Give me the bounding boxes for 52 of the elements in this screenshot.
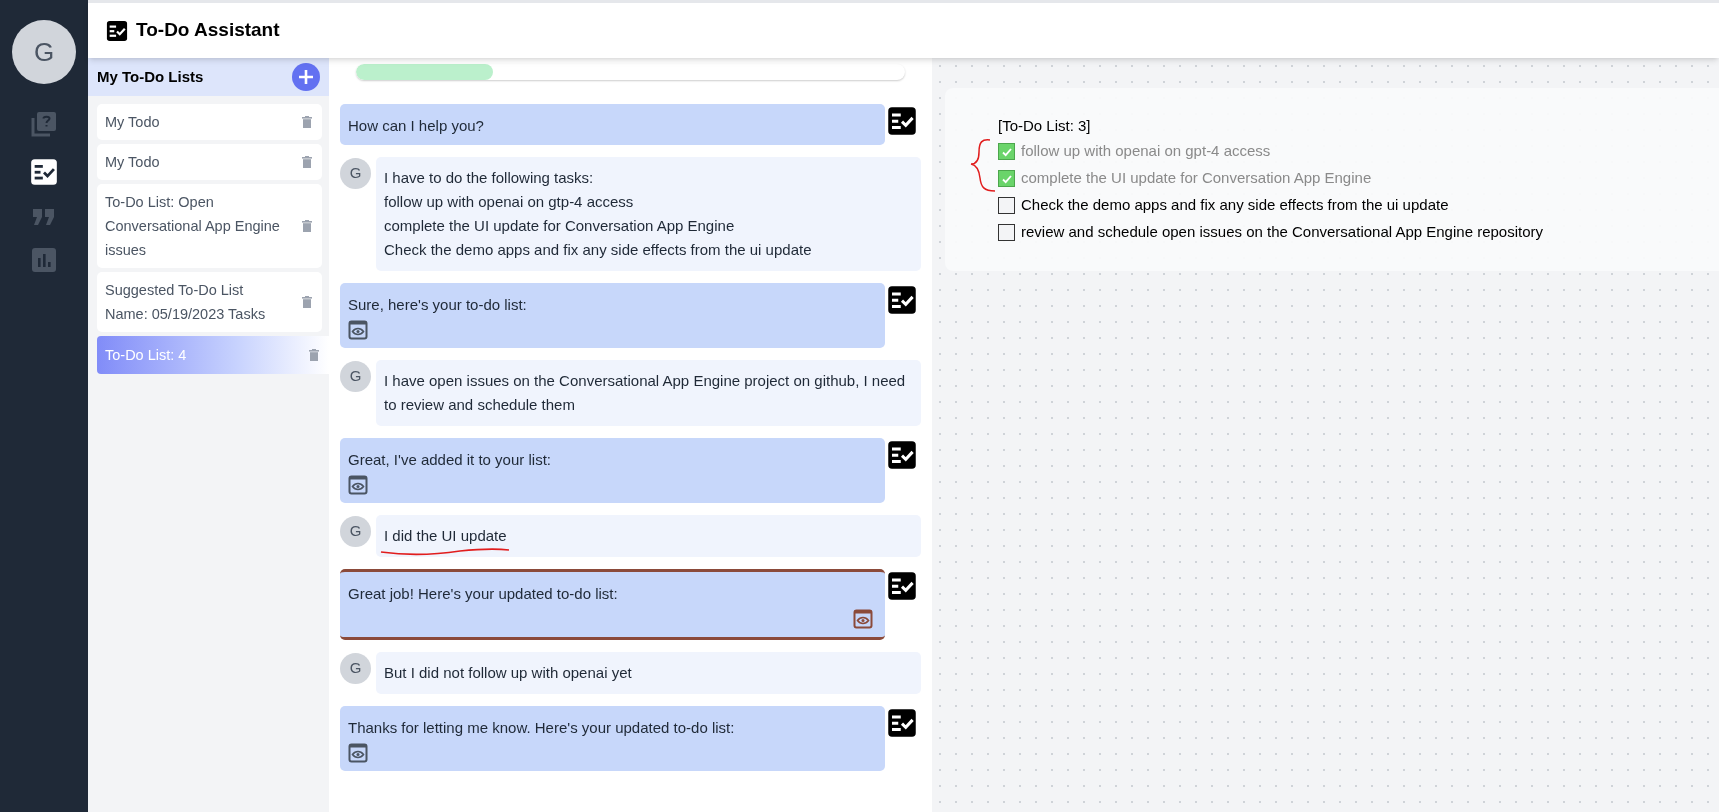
panel-title: My To-Do Lists [97, 66, 204, 87]
question-cards-icon[interactable] [30, 110, 58, 138]
list-item[interactable]: My Todo [97, 104, 322, 140]
task-text: complete the UI update for Conversation App Engine [1021, 168, 1372, 189]
bar-chart-icon[interactable] [32, 248, 56, 272]
message-text: I did the UI update [384, 527, 507, 544]
task-text: follow up with openai on gpt-4 access [1021, 141, 1271, 162]
user-avatar[interactable]: G [12, 20, 76, 84]
task-text: Check the demo apps and fix any side effects from the ui update [1021, 195, 1449, 216]
user-avatar: G [340, 516, 371, 547]
checkbox[interactable] [998, 143, 1015, 160]
message-text: complete the UI update for Conversation App Engine [384, 216, 735, 236]
eye-icon[interactable] [348, 743, 368, 763]
message-text: Thanks for letting me know. Here's your updated to-do list: [348, 718, 736, 738]
message-text: Great, I've added it to your list: [348, 450, 552, 470]
list-item[interactable]: My Todo [97, 144, 322, 180]
user-avatar: G [340, 361, 371, 392]
checklist-icon [887, 571, 917, 601]
eye-icon[interactable] [853, 609, 873, 629]
message-text: Check the demo apps and fix any side effects from the ui update [384, 240, 812, 260]
eye-icon[interactable] [348, 320, 368, 340]
trash-icon[interactable] [302, 116, 312, 128]
checkbox[interactable] [998, 170, 1015, 187]
trash-icon[interactable] [302, 296, 312, 308]
checkbox[interactable] [998, 224, 1015, 241]
list-item[interactable]: To-Do List: Open Conversational App Engine issues [97, 184, 322, 268]
trash-icon[interactable] [302, 156, 312, 168]
add-button[interactable] [292, 63, 320, 91]
message-text: Sure, here's your to-do list: [348, 295, 528, 315]
checkbox[interactable] [998, 197, 1015, 214]
message-text: I have to do the following tasks: [384, 168, 594, 188]
trash-icon[interactable] [309, 349, 319, 361]
user-avatar: G [340, 158, 371, 189]
message-text: I have open issues on the Conversational App Engine project on github, I need to review and schedule them [384, 371, 907, 415]
message-text: But I did not follow up with openai yet [384, 663, 632, 683]
message-text: follow up with openai on gtp-4 access [384, 192, 634, 212]
checklist-icon[interactable] [30, 158, 58, 186]
list-title: [To-Do List: 3] [998, 116, 1092, 136]
checklist-icon [106, 19, 128, 42]
eye-icon[interactable] [348, 475, 368, 495]
checklist-icon [887, 708, 917, 738]
message-text: How can I help you? [348, 116, 485, 136]
app-title: To-Do Assistant [136, 18, 280, 43]
checklist-icon [887, 106, 917, 136]
trash-icon[interactable] [302, 220, 312, 232]
message-text: Great job! Here's your updated to-do list: [348, 584, 619, 604]
checklist-icon [887, 285, 917, 315]
checklist-icon [887, 440, 917, 470]
user-avatar: G [340, 653, 371, 684]
task-text: review and schedule open issues on the Conversational App Engine repository [1021, 222, 1543, 243]
quote-icon[interactable] [32, 206, 56, 228]
list-item[interactable]: Suggested To-Do List Name: 05/19/2023 Tasks [97, 272, 322, 332]
